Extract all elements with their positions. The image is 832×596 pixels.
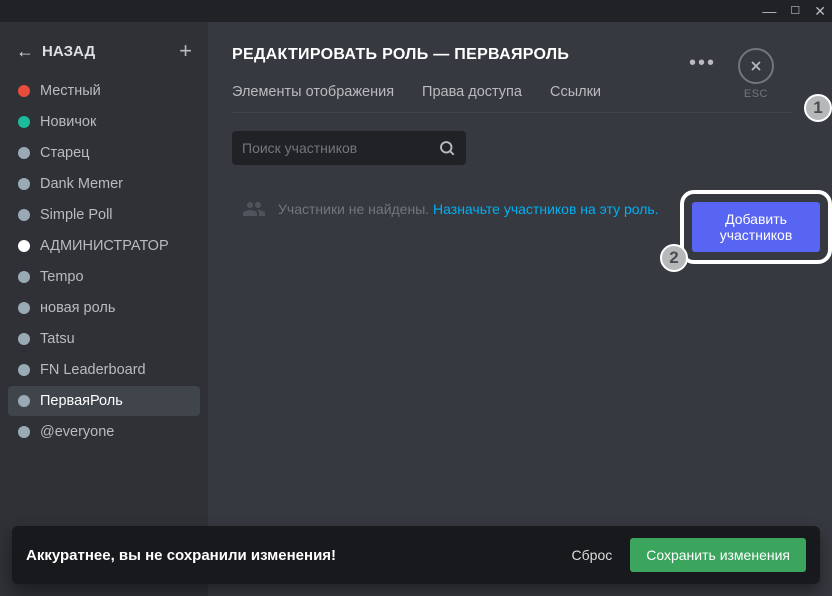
role-item[interactable]: Новичок xyxy=(8,107,200,137)
more-options-button[interactable]: ••• xyxy=(689,52,716,75)
role-item[interactable]: Tempo xyxy=(8,262,200,292)
role-list: Местный Новичок Старец Dank Memer Simple Pol… xyxy=(8,76,200,596)
role-color-dot xyxy=(18,178,30,190)
role-color-dot xyxy=(18,147,30,159)
search-box[interactable] xyxy=(232,131,466,165)
toast-message: Аккуратнее, вы не сохранили изменения! xyxy=(26,547,336,564)
close-icon xyxy=(748,58,764,74)
esc-label: ESC xyxy=(744,88,768,100)
role-color-dot xyxy=(18,271,30,283)
close-window-icon[interactable]: ✕ xyxy=(814,4,826,18)
arrow-left-icon: ← xyxy=(16,41,34,62)
role-name: @everyone xyxy=(40,424,114,440)
role-item[interactable]: Старец xyxy=(8,138,200,168)
annotation-step-1: 1 xyxy=(804,94,832,122)
role-item[interactable]: FN Leaderboard xyxy=(8,355,200,385)
role-name: Новичок xyxy=(40,114,96,130)
role-color-dot xyxy=(18,240,30,252)
role-color-dot xyxy=(18,209,30,221)
add-members-button[interactable]: Добавить участников xyxy=(692,202,820,252)
reset-button[interactable]: Сброс xyxy=(572,547,613,563)
role-name: FN Leaderboard xyxy=(40,362,146,378)
role-color-dot xyxy=(18,85,30,97)
save-button[interactable]: Сохранить изменения xyxy=(630,538,806,572)
role-name: ПерваяРоль xyxy=(40,393,123,409)
role-item[interactable]: Tatsu xyxy=(8,324,200,354)
window-titlebar: — ☐ ✕ xyxy=(0,0,832,22)
sidebar: ← НАЗАД + Местный Новичок Старец Dank Memer… xyxy=(0,22,208,596)
members-icon xyxy=(242,197,266,221)
role-name: Местный xyxy=(40,83,101,99)
close-settings-button[interactable] xyxy=(738,48,774,84)
role-item[interactable]: @everyone xyxy=(8,417,200,447)
minimize-icon[interactable]: — xyxy=(762,4,776,18)
role-color-dot xyxy=(18,302,30,314)
role-color-dot xyxy=(18,333,30,345)
annotation-step-2: 2 xyxy=(660,244,688,272)
role-item[interactable]: Местный xyxy=(8,76,200,106)
role-name: Dank Memer xyxy=(40,176,123,192)
search-icon xyxy=(438,139,456,157)
tab-links[interactable]: Ссылки xyxy=(550,84,601,112)
role-color-dot xyxy=(18,116,30,128)
unsaved-toast: Аккуратнее, вы не сохранили изменения! С… xyxy=(12,526,820,584)
role-color-dot xyxy=(18,364,30,376)
add-role-button[interactable]: + xyxy=(179,38,192,64)
role-name: АДМИНИСТРАТОР xyxy=(40,238,169,254)
role-item[interactable]: АДМИНИСТРАТОР xyxy=(8,231,200,261)
assign-members-link[interactable]: Назначьте участников на эту роль. xyxy=(433,201,659,217)
tabs: Элементы отображения Права доступа Ссылк… xyxy=(232,84,792,113)
role-color-dot xyxy=(18,395,30,407)
back-label: НАЗАД xyxy=(42,43,95,60)
search-input[interactable] xyxy=(242,140,438,156)
role-name: Старец xyxy=(40,145,89,161)
empty-text: Участники не найдены. Назначьте участник… xyxy=(278,201,659,217)
role-name: Tempo xyxy=(40,269,84,285)
back-button[interactable]: ← НАЗАД xyxy=(16,41,95,62)
role-name: Tatsu xyxy=(40,331,75,347)
annotation-callout-2: Добавить участников xyxy=(680,190,832,264)
role-name: Simple Poll xyxy=(40,207,113,223)
role-name: новая роль xyxy=(40,300,115,316)
role-color-dot xyxy=(18,426,30,438)
role-item[interactable]: новая роль xyxy=(8,293,200,323)
role-item[interactable]: ПерваяРоль xyxy=(8,386,200,416)
role-item[interactable]: Dank Memer xyxy=(8,169,200,199)
tab-display[interactable]: Элементы отображения xyxy=(232,84,394,112)
main-content: РЕДАКТИРОВАТЬ РОЛЬ — ПЕРВАЯРОЛЬ ••• ESC … xyxy=(208,22,832,596)
role-item[interactable]: Simple Poll xyxy=(8,200,200,230)
maximize-icon[interactable]: ☐ xyxy=(790,6,800,17)
tab-permissions[interactable]: Права доступа xyxy=(422,84,522,112)
